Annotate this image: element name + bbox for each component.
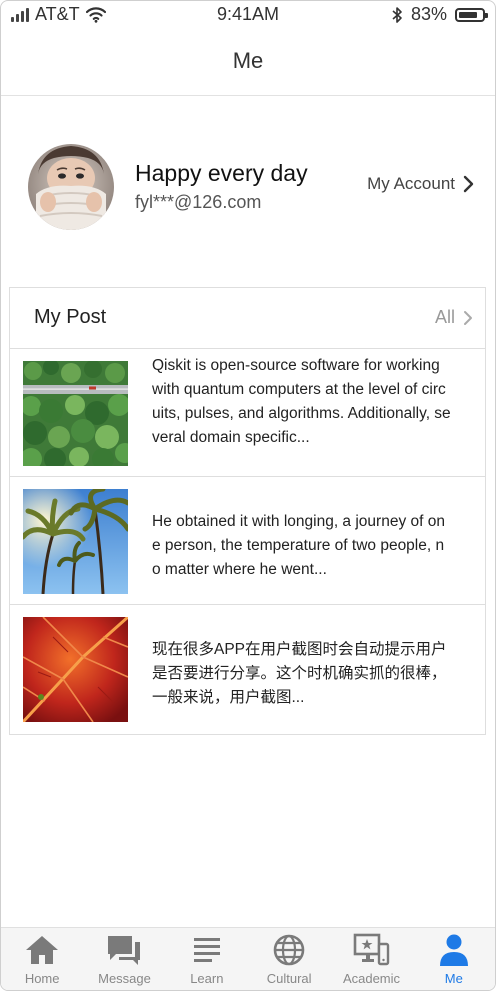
status-bar: AT&T 9:41AM 83%: [1, 1, 495, 29]
globe-icon: [273, 934, 305, 966]
my-posts-card: My Post All Qiskit is open-source softwa…: [9, 287, 486, 735]
tab-label: Learn: [190, 971, 224, 986]
battery-level: [459, 11, 478, 18]
learn-icon: [193, 938, 220, 962]
posts-title: My Post: [34, 306, 107, 328]
status-right: 83%: [391, 4, 488, 25]
tab-label: Academic: [342, 971, 401, 986]
bluetooth-icon: [392, 6, 402, 23]
post-thumbnail: [23, 617, 128, 722]
nav-bar: Me: [1, 29, 495, 96]
battery-percent: 83%: [410, 4, 447, 24]
chevron-right-icon: [464, 310, 472, 325]
post-item[interactable]: He obtained it with longing, a journey o…: [10, 477, 485, 605]
post-item[interactable]: 现在很多APP在用户截图时会自动提示用户是否要进行分享。这个时机确实抓的很棒，一…: [10, 605, 485, 732]
tab-label: Message: [98, 971, 151, 986]
tab-me[interactable]: Me: [413, 928, 495, 990]
phone-frame: AT&T 9:41AM 83% Me Happy every day fyl**…: [0, 0, 496, 991]
chevron-right-icon: [463, 175, 474, 193]
page-title: Me: [232, 48, 264, 73]
post-item[interactable]: Qiskit is open-source software for worki…: [10, 349, 485, 477]
tab-label: Me: [444, 971, 463, 986]
tab-label: Home: [24, 971, 60, 986]
profile-email: fyl***@126.com: [135, 192, 262, 212]
tab-home[interactable]: Home: [1, 928, 83, 990]
profile-section: Happy every day fyl***@126.com My Accoun…: [1, 96, 495, 286]
academic-icon: [354, 933, 390, 966]
battery-icon: [455, 7, 488, 22]
post-text: Qiskit is open-source software for worki…: [152, 357, 451, 446]
profile-name: Happy every day: [135, 160, 308, 186]
home-icon: [26, 936, 59, 964]
tab-learn[interactable]: Learn: [166, 928, 248, 990]
tab-academic[interactable]: Academic: [330, 928, 412, 990]
tab-label: Cultural: [266, 971, 312, 986]
message-icon: [108, 936, 141, 965]
posts-all-link[interactable]: All: [435, 307, 473, 328]
posts-header: My Post All: [10, 288, 485, 349]
tab-message[interactable]: Message: [83, 928, 165, 990]
avatar[interactable]: [28, 144, 114, 230]
my-account-link[interactable]: My Account: [367, 174, 475, 194]
post-thumbnail: [23, 361, 128, 466]
post-text: He obtained it with longing, a journey o…: [152, 513, 445, 578]
post-thumbnail: [23, 489, 128, 594]
post-text: 现在很多APP在用户截图时会自动提示用户是否要进行分享。这个时机确实抓的很棒，一…: [152, 641, 447, 706]
my-account-label: My Account: [367, 174, 455, 193]
posts-all-label: All: [434, 307, 455, 327]
person-icon: [439, 934, 468, 966]
tab-bar: Home Message Learn Cultural Academic Me: [1, 927, 495, 990]
tab-cultural[interactable]: Cultural: [248, 928, 330, 990]
